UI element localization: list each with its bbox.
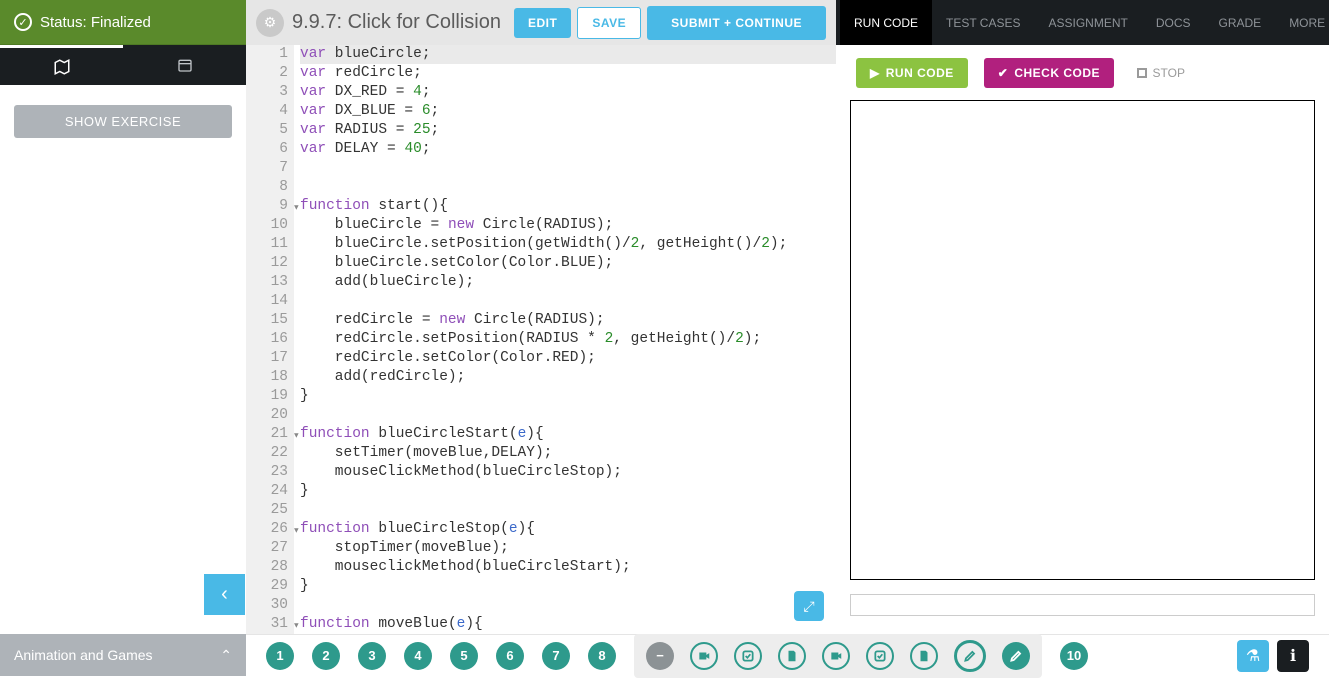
console-output[interactable]: [850, 594, 1315, 616]
checklist-icon: [741, 649, 755, 663]
tab-docs[interactable]: DOCS: [1142, 0, 1205, 45]
action-row: ▶ RUN CODE ✔ CHECK CODE STOP: [836, 45, 1329, 100]
output-tabs: RUN CODE TEST CASES ASSIGNMENT DOCS GRAD…: [836, 0, 1329, 45]
bottom-right-actions: ⚗ ℹ: [1237, 640, 1309, 672]
check-icon: ✔: [998, 66, 1009, 80]
stop-button[interactable]: STOP: [1137, 66, 1185, 80]
show-exercise-button[interactable]: SHOW EXERCISE: [14, 105, 232, 138]
nav-current-exercise[interactable]: [954, 640, 986, 672]
nav-check-1[interactable]: [734, 642, 762, 670]
status-bar: ✓ Status: Finalized: [0, 0, 246, 45]
code-editor[interactable]: 1234567891011121314151617181920212223242…: [246, 45, 836, 676]
nav-item-6[interactable]: 6: [496, 642, 524, 670]
checklist-icon: [873, 649, 887, 663]
map-tab[interactable]: [0, 45, 123, 85]
pencil-icon: [963, 649, 977, 663]
edit-button[interactable]: EDIT: [514, 8, 571, 38]
check-code-button[interactable]: ✔ CHECK CODE: [984, 58, 1114, 88]
nav-item-7[interactable]: 7: [542, 642, 570, 670]
expand-editor-button[interactable]: ⤢: [794, 591, 824, 621]
info-button[interactable]: ℹ: [1277, 640, 1309, 672]
flask-icon: ⚗: [1246, 646, 1260, 666]
video-icon: [829, 649, 843, 663]
nav-item-8[interactable]: 8: [588, 642, 616, 670]
stop-icon: [1137, 68, 1147, 78]
check-code-label: CHECK CODE: [1014, 66, 1100, 80]
collapse-sidebar-button[interactable]: ‹: [204, 574, 245, 615]
document-icon: [917, 649, 931, 663]
output-canvas[interactable]: [850, 100, 1315, 580]
nav-item-3[interactable]: 3: [358, 642, 386, 670]
nav-video-2[interactable]: [822, 642, 850, 670]
nav-numbers: 12345678: [266, 642, 616, 670]
chevron-up-icon: ⌃: [220, 647, 232, 664]
nav-check-2[interactable]: [866, 642, 894, 670]
lab-button[interactable]: ⚗: [1237, 640, 1269, 672]
bottom-nav: 12345678 − 10 ⚗ ℹ: [246, 634, 1329, 676]
map-icon: [53, 58, 71, 76]
nav-pencil-2[interactable]: [1002, 642, 1030, 670]
video-icon: [697, 649, 711, 663]
editor-column: ⚙ 9.9.7: Click for Collision EDIT SAVE S…: [246, 0, 836, 676]
code-area[interactable]: var blueCircle;var redCircle;var DX_RED …: [294, 45, 836, 676]
run-code-label: RUN CODE: [886, 66, 954, 80]
gear-icon: ⚙: [264, 14, 277, 31]
submit-continue-button[interactable]: SUBMIT + CONTINUE: [647, 6, 826, 40]
module-title-bar[interactable]: Animation and Games ⌃: [0, 634, 246, 676]
output-column: RUN CODE TEST CASES ASSIGNMENT DOCS GRAD…: [836, 0, 1329, 676]
tab-more[interactable]: MORE: [1275, 0, 1329, 45]
info-icon: ℹ: [1290, 646, 1296, 666]
lesson-title: 9.9.7: Click for Collision: [292, 11, 508, 34]
line-gutter: 1234567891011121314151617181920212223242…: [246, 45, 294, 676]
nav-item-10[interactable]: 10: [1060, 642, 1088, 670]
nav-item-5[interactable]: 5: [450, 642, 478, 670]
save-button[interactable]: SAVE: [577, 7, 641, 39]
tab-assignment[interactable]: ASSIGNMENT: [1034, 0, 1141, 45]
nav-video-1[interactable]: [690, 642, 718, 670]
nav-minus[interactable]: −: [646, 642, 674, 670]
nav-icon-group: −: [634, 634, 1042, 678]
check-icon: ✓: [14, 13, 32, 31]
tab-grade[interactable]: GRADE: [1205, 0, 1276, 45]
document-icon: [785, 649, 799, 663]
nav-doc-1[interactable]: [778, 642, 806, 670]
settings-button[interactable]: ⚙: [256, 9, 284, 37]
expand-icon: ⤢: [803, 598, 814, 615]
module-title-text: Animation and Games: [14, 647, 153, 663]
calendar-tab[interactable]: [123, 45, 246, 85]
tab-run-code[interactable]: RUN CODE: [840, 0, 932, 45]
play-icon: ▶: [870, 66, 880, 80]
sidebar-icon-row: [0, 45, 246, 85]
title-bar: ⚙ 9.9.7: Click for Collision EDIT SAVE S…: [246, 0, 836, 45]
tab-test-cases[interactable]: TEST CASES: [932, 0, 1034, 45]
stop-label: STOP: [1153, 66, 1185, 80]
run-code-button[interactable]: ▶ RUN CODE: [856, 58, 968, 88]
nav-item-4[interactable]: 4: [404, 642, 432, 670]
nav-doc-2[interactable]: [910, 642, 938, 670]
status-label: Status: Finalized: [40, 14, 151, 31]
pencil-icon: [1009, 649, 1023, 663]
nav-item-1[interactable]: 1: [266, 642, 294, 670]
minus-icon: −: [656, 648, 664, 663]
nav-item-2[interactable]: 2: [312, 642, 340, 670]
calendar-icon: [177, 57, 193, 73]
chevron-left-icon: ‹: [221, 583, 228, 606]
